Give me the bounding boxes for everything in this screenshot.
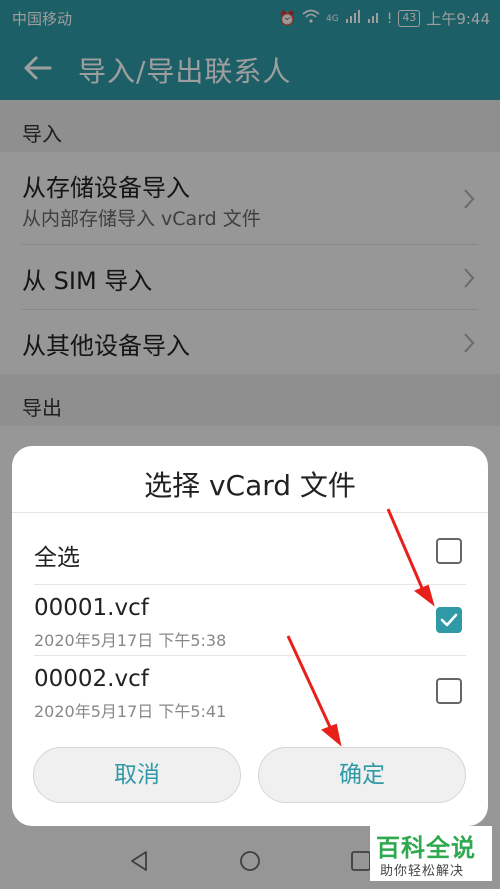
watermark-subtitle: 助你轻松解决 bbox=[380, 864, 465, 879]
select-vcard-dialog: 选择 vCard 文件 全选 00001.vcf 2020年5月17日 下午5:… bbox=[12, 446, 488, 826]
file-row[interactable]: 00001.vcf 2020年5月17日 下午5:38 bbox=[34, 585, 466, 655]
file-checkbox-checked[interactable] bbox=[436, 607, 462, 633]
dialog-title: 选择 vCard 文件 bbox=[144, 469, 356, 502]
watermark-logo: 百科全说 助你轻松解决 bbox=[370, 826, 492, 881]
file-date: 2020年5月17日 下午5:38 bbox=[34, 631, 227, 650]
file-row[interactable]: 00002.vcf 2020年5月17日 下午5:41 bbox=[34, 656, 466, 728]
checkmark-icon bbox=[440, 613, 458, 627]
cancel-button[interactable]: 取消 bbox=[33, 747, 241, 803]
file-name: 00002.vcf bbox=[34, 666, 149, 692]
file-name: 00001.vcf bbox=[34, 595, 149, 621]
ok-button[interactable]: 确定 bbox=[258, 747, 466, 803]
select-all-row[interactable]: 全选 bbox=[34, 516, 466, 584]
file-date: 2020年5月17日 下午5:41 bbox=[34, 702, 227, 721]
select-all-label: 全选 bbox=[34, 545, 80, 571]
file-checkbox[interactable] bbox=[436, 678, 462, 704]
select-all-checkbox[interactable] bbox=[436, 538, 462, 564]
watermark-title: 百科全说 bbox=[376, 834, 476, 862]
dialog-title-divider bbox=[12, 512, 488, 513]
